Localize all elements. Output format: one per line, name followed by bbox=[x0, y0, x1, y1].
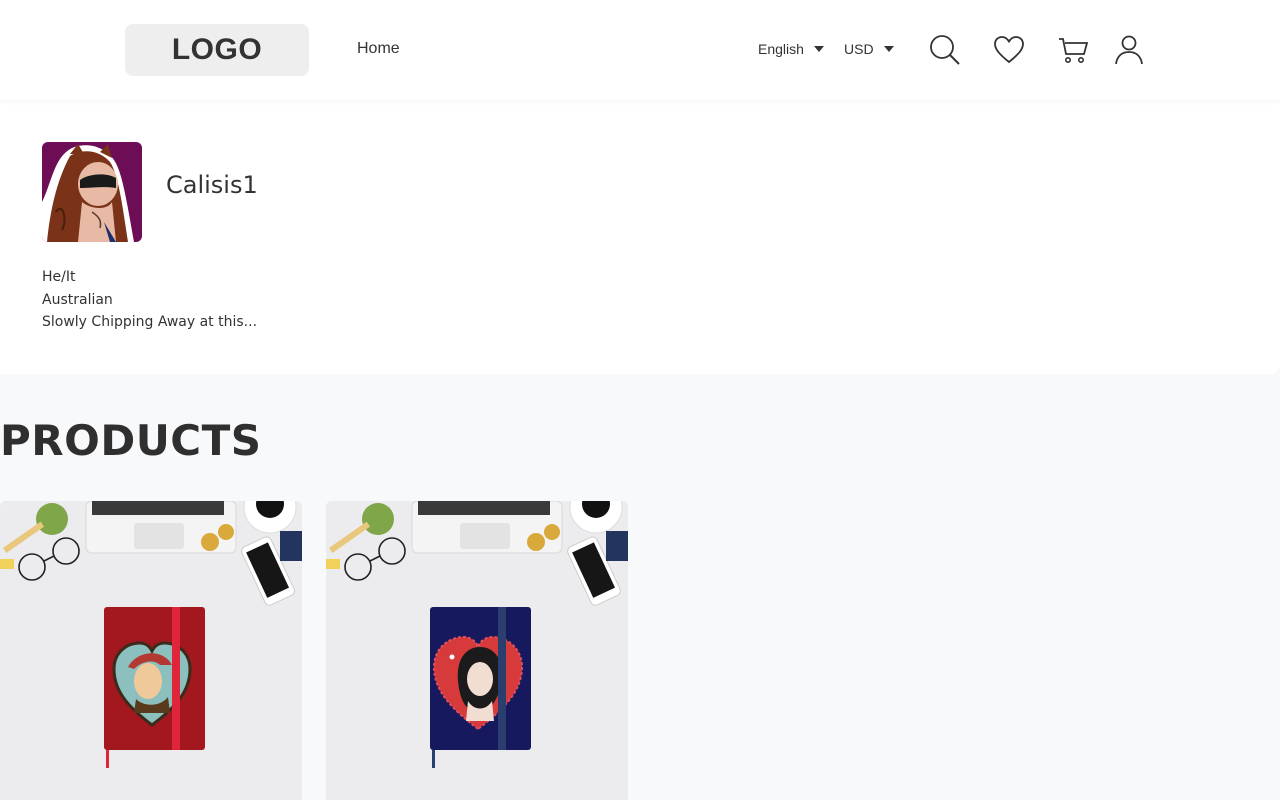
search-icon[interactable] bbox=[928, 33, 962, 67]
bio-line: Australian bbox=[42, 291, 113, 308]
products-heading: PRODUCTS bbox=[0, 416, 262, 465]
avatar bbox=[42, 142, 142, 242]
chevron-down-icon bbox=[813, 46, 824, 52]
product-card[interactable] bbox=[326, 501, 628, 800]
language-select[interactable]: English bbox=[758, 41, 824, 57]
currency-select[interactable]: USD bbox=[844, 41, 894, 57]
profile-section: Calisis1 He/It Australian Slowly Chippin… bbox=[0, 100, 1280, 374]
product-image bbox=[326, 501, 628, 800]
product-card[interactable] bbox=[0, 501, 302, 800]
bio-line: Slowly Chipping Away at this... bbox=[42, 314, 258, 330]
language-value: English bbox=[758, 41, 804, 57]
profile-name: Calisis1 bbox=[166, 171, 258, 199]
chevron-down-icon bbox=[883, 46, 894, 52]
nav-home-link[interactable]: Home bbox=[357, 40, 400, 58]
cart-icon[interactable] bbox=[1056, 33, 1090, 67]
currency-value: USD bbox=[844, 41, 874, 57]
logo[interactable]: LOGO bbox=[125, 24, 309, 76]
product-image bbox=[0, 501, 302, 800]
site-header: LOGO Home English USD bbox=[0, 0, 1280, 100]
bio-line: He/It bbox=[42, 269, 76, 285]
profile-bio: He/It Australian Slowly Chipping Away at… bbox=[42, 266, 257, 334]
heart-icon[interactable] bbox=[992, 33, 1026, 67]
user-icon[interactable] bbox=[1112, 33, 1146, 67]
